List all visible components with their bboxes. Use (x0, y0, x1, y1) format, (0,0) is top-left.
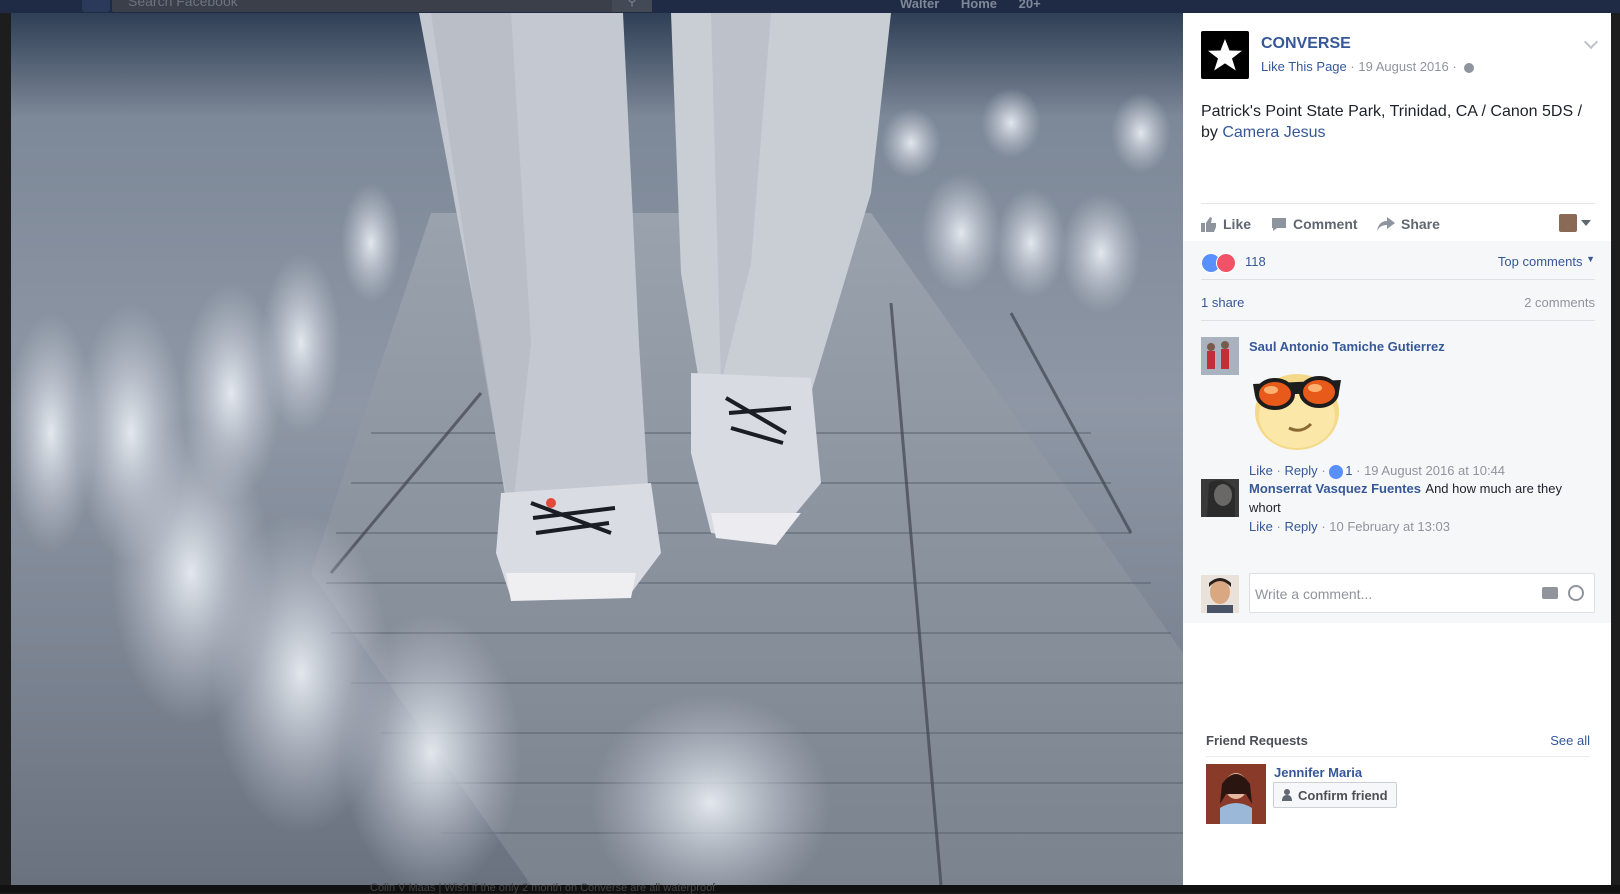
comments-area: 118 Top comments ▼ 1 share 2 comments Sa… (1183, 241, 1611, 623)
avatar-photo (1201, 575, 1239, 613)
facebook-topbar: Search Facebook ⚲ Walter Home 20+ (0, 0, 1620, 13)
globe-icon (1464, 62, 1475, 73)
nav-notification-count[interactable]: 20+ (1019, 0, 1041, 11)
current-user-avatar (1201, 575, 1239, 613)
comment-input-tools (1542, 585, 1584, 601)
commenter-avatar[interactable] (1201, 479, 1239, 517)
topbar-nav: Walter Home 20+ (900, 0, 1059, 11)
love-reaction-icon (1216, 253, 1236, 273)
page-name[interactable]: CONVERSE (1261, 35, 1351, 53)
comment-button[interactable]: Comment (1271, 216, 1358, 232)
star-icon (1208, 39, 1242, 71)
comment-reply-link[interactable]: Reply (1284, 519, 1317, 534)
comment-timestamp[interactable]: 10 February at 13:03 (1329, 519, 1450, 534)
page-avatar[interactable] (1201, 31, 1249, 79)
chevron-down-icon[interactable] (1583, 34, 1599, 50)
post-meta: Like This Page · 19 August 2016 · (1261, 59, 1475, 74)
like-page-link[interactable]: Like This Page (1261, 59, 1347, 74)
confirm-friend-label: Confirm friend (1298, 788, 1388, 803)
friend-request-name[interactable]: Jennifer Maria (1274, 765, 1362, 780)
comment-meta: Like · Reply · 10 February at 13:03 (1249, 519, 1450, 534)
share-button[interactable]: Share (1377, 216, 1440, 232)
photographer-link[interactable]: Camera Jesus (1222, 124, 1325, 141)
post-as-selector[interactable] (1559, 214, 1591, 232)
thumbs-up-icon (1329, 464, 1344, 479)
comment-input-placeholder: Write a comment... (1255, 586, 1373, 602)
friend-requests-title: Friend Requests (1206, 733, 1308, 748)
confirm-friend-button[interactable]: Confirm friend (1273, 782, 1397, 808)
background-feed-strip: Colin V Maas | Wish if the only 2 month … (0, 882, 1620, 894)
meta-separator-2: · (1452, 59, 1457, 74)
avatar-photo (1206, 764, 1266, 824)
reaction-icons[interactable] (1201, 253, 1236, 273)
comment-like-count[interactable]: 1 (1345, 463, 1352, 478)
post-date[interactable]: 19 August 2016 (1358, 59, 1448, 74)
comment-label: Comment (1293, 216, 1358, 232)
see-all-link[interactable]: See all (1550, 733, 1590, 748)
like-button[interactable]: Like (1201, 216, 1251, 232)
write-comment-row: Write a comment... (1201, 573, 1595, 615)
reaction-count[interactable]: 118 (1245, 254, 1266, 269)
sunglasses-sticker-icon (1253, 374, 1341, 450)
comment-icon (1272, 217, 1286, 231)
top-comments-label: Top comments (1497, 254, 1583, 269)
background-feed-text: Colin V Maas | Wish if the only 2 month … (370, 882, 716, 894)
comment-reply-link[interactable]: Reply (1284, 463, 1317, 478)
post-header: CONVERSE Like This Page · 19 August 2016… (1201, 31, 1599, 91)
nav-profile[interactable]: Walter (900, 0, 939, 11)
camera-icon[interactable] (1542, 587, 1558, 599)
comment-like-link[interactable]: Like (1249, 519, 1273, 534)
comment-like-link[interactable]: Like (1249, 463, 1273, 478)
avatar-photo (1201, 337, 1239, 375)
meta-separator: · (1350, 59, 1355, 74)
photo-image (11, 13, 1183, 885)
emoji-icon[interactable] (1568, 585, 1584, 601)
comment-author[interactable]: Monserrat Vasquez Fuentes (1249, 481, 1421, 496)
post-side-panel: CONVERSE Like This Page · 19 August 2016… (1183, 13, 1611, 885)
comment-count[interactable]: 2 comments (1524, 295, 1595, 310)
friend-request-avatar[interactable] (1206, 764, 1266, 824)
stats-row: 1 share 2 comments (1201, 280, 1595, 321)
search-input[interactable]: Search Facebook (112, 0, 652, 12)
like-label: Like (1223, 216, 1252, 232)
reactions-row: 118 Top comments ▼ (1201, 241, 1595, 280)
caret-down-icon: ▼ (1586, 254, 1595, 264)
nav-home[interactable]: Home (961, 0, 997, 11)
facebook-logo-icon[interactable] (82, 0, 110, 12)
post-photo[interactable] (11, 13, 1183, 885)
comment-body: Monserrat Vasquez Fuentes And how much a… (1249, 479, 1589, 536)
share-arrow-icon (1377, 217, 1395, 231)
share-count[interactable]: 1 share (1201, 295, 1244, 310)
avatar-photo (1201, 479, 1239, 517)
share-label: Share (1401, 216, 1440, 232)
search-icon[interactable]: ⚲ (612, 0, 652, 12)
user-mini-avatar (1559, 214, 1577, 232)
thumbs-up-icon (1201, 216, 1216, 232)
comment-meta: Like · Reply · 1 · 19 August 2016 at 10:… (1249, 463, 1506, 479)
caret-down-icon (1581, 220, 1591, 226)
commenter-avatar[interactable] (1201, 337, 1239, 375)
post-caption: Patrick's Point State Park, Trinidad, CA… (1201, 101, 1596, 143)
top-comments-dropdown[interactable]: Top comments ▼ (1498, 254, 1595, 269)
divider (1206, 756, 1590, 757)
comment-input[interactable]: Write a comment... (1249, 573, 1595, 613)
comment-timestamp[interactable]: 19 August 2016 at 10:44 (1364, 463, 1505, 478)
add-friend-icon (1282, 789, 1292, 801)
comment-body: Saul Antonio Tamiche Gutierrez Like · Re… (1249, 337, 1589, 480)
comment-author[interactable]: Saul Antonio Tamiche Gutierrez (1249, 337, 1589, 356)
action-bar: Like Comment Share (1201, 203, 1595, 242)
